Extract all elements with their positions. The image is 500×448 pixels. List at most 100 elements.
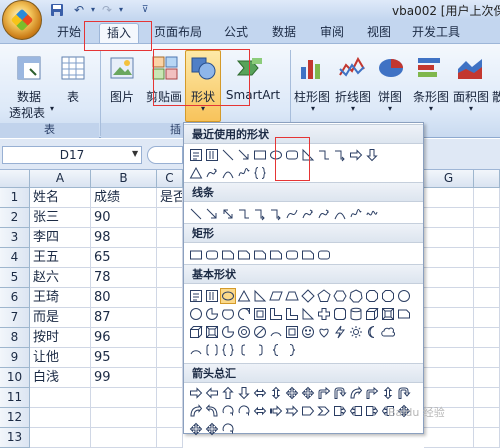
row-header[interactable]: 2 [0, 208, 30, 228]
shape-snip-icon[interactable] [397, 307, 411, 321]
cell-c[interactable] [157, 208, 183, 228]
shape-snip-icon[interactable] [269, 248, 283, 262]
shape-ar_r-icon[interactable] [349, 148, 363, 162]
column-header-h[interactable] [474, 170, 500, 188]
row-header[interactable]: 13 [0, 428, 30, 448]
shape-ar_l-icon[interactable] [205, 386, 219, 400]
cell-a[interactable]: 王五 [30, 248, 91, 268]
pie-chart-label[interactable]: 饼图 [374, 88, 406, 105]
shape-noentry-icon[interactable] [253, 325, 267, 339]
line-chart-icon[interactable] [338, 55, 366, 81]
cell-a[interactable]: 让他 [30, 348, 91, 368]
column-dropdown-icon[interactable]: ▾ [309, 104, 317, 113]
shape-arc-icon[interactable] [333, 207, 347, 221]
smartart-icon[interactable] [236, 55, 264, 81]
cell-c[interactable] [157, 228, 183, 248]
cell-g[interactable] [424, 368, 474, 388]
shape-snip-icon[interactable] [301, 248, 315, 262]
shape-free-icon[interactable] [349, 207, 363, 221]
shape-lbrace-icon[interactable] [269, 343, 283, 357]
shape-plaque-icon[interactable] [333, 307, 347, 321]
tab-developer[interactable]: 开发工具 [408, 23, 464, 43]
clipart-button-label[interactable]: 剪贴画 [144, 88, 184, 105]
shape-ar_curved-icon[interactable] [189, 404, 203, 418]
row-header[interactable]: 1 [0, 188, 30, 208]
shape-circle-icon[interactable] [189, 307, 203, 321]
shape-chord-icon[interactable] [221, 307, 235, 321]
cell-a[interactable]: 按时 [30, 328, 91, 348]
shape-trap-icon[interactable] [285, 289, 299, 303]
shape-textbox-icon[interactable] [189, 289, 203, 303]
area-chart-label[interactable]: 面积图 [450, 88, 492, 105]
cell-g[interactable] [424, 228, 474, 248]
row-header[interactable]: 6 [0, 288, 30, 308]
picture-icon[interactable] [108, 55, 136, 81]
pivot-table-label-2[interactable]: 透视表 [5, 104, 49, 121]
bar-chart-label[interactable]: 条形图 [410, 88, 452, 105]
cell-b[interactable]: 90 [91, 208, 157, 228]
cell-c[interactable] [157, 288, 183, 308]
shape-arcshape-icon[interactable] [269, 325, 283, 339]
shape-line-icon[interactable] [189, 207, 203, 221]
column-header-b[interactable]: B [91, 170, 157, 188]
cell-c[interactable] [157, 328, 183, 348]
shape-ar_curved-icon[interactable] [349, 386, 363, 400]
shape-rect-icon[interactable] [189, 248, 203, 262]
shape-arrow-icon[interactable] [237, 148, 251, 162]
shape-frame-icon[interactable] [285, 325, 299, 339]
cell-b[interactable]: 65 [91, 248, 157, 268]
pie-chart-icon[interactable] [377, 55, 405, 81]
table-button-label[interactable]: 表 [60, 88, 86, 105]
cell-g[interactable] [424, 188, 474, 208]
line-chart-label[interactable]: 折线图 [332, 88, 374, 105]
undo-dropdown-icon[interactable]: ▾ [86, 3, 100, 17]
shape-tri-icon[interactable] [237, 289, 251, 303]
cell-a[interactable]: 姓名 [30, 188, 91, 208]
shape-rtri-icon[interactable] [253, 289, 267, 303]
shape-curvea-icon[interactable] [317, 207, 331, 221]
cell-h[interactable] [474, 268, 500, 288]
shape-rrect-icon[interactable] [285, 248, 299, 262]
office-button[interactable] [2, 0, 42, 40]
column-chart-label[interactable]: 柱形图 [291, 88, 333, 105]
shape-curvea-icon[interactable] [301, 207, 315, 221]
shape-lbracket-icon[interactable] [237, 343, 251, 357]
shape-line-icon[interactable] [221, 148, 235, 162]
cell-h[interactable] [474, 308, 500, 328]
cell-g[interactable] [424, 268, 474, 288]
cell-h[interactable] [474, 188, 500, 208]
pivot-table-icon[interactable] [16, 55, 44, 81]
shape-elbow-icon[interactable] [317, 148, 331, 162]
shape-callout_r-icon[interactable] [333, 404, 347, 418]
cell-c[interactable] [157, 428, 183, 448]
cell-b[interactable]: 99 [91, 368, 157, 388]
cell-a[interactable]: 张三 [30, 208, 91, 228]
shape-snip-icon[interactable] [237, 248, 251, 262]
cell-b[interactable] [91, 408, 157, 428]
cell-b[interactable]: 87 [91, 308, 157, 328]
cell-g[interactable] [424, 208, 474, 228]
name-box[interactable]: D17 [2, 146, 142, 164]
cell-a[interactable] [30, 388, 91, 408]
cell-h[interactable] [474, 428, 500, 448]
shape-ar_notched-icon[interactable] [285, 404, 299, 418]
shape-heart-icon[interactable] [317, 325, 331, 339]
shape-oval-icon[interactable] [269, 148, 283, 162]
cell-a[interactable] [30, 408, 91, 428]
bar-chart-icon[interactable] [416, 55, 444, 81]
cell-c[interactable] [157, 308, 183, 328]
cell-c[interactable] [157, 268, 183, 288]
shape-rrect-icon[interactable] [285, 148, 299, 162]
shape-ar_penta-icon[interactable] [301, 404, 315, 418]
shape-pie-icon[interactable] [205, 307, 219, 321]
row-header[interactable]: 5 [0, 268, 30, 288]
cell-h[interactable] [474, 348, 500, 368]
shape-circle-icon[interactable] [397, 289, 411, 303]
shape-frame-icon[interactable] [253, 307, 267, 321]
row-header[interactable]: 9 [0, 348, 30, 368]
shape-smile-icon[interactable] [301, 325, 315, 339]
smartart-button-label[interactable]: SmartArt [224, 88, 282, 102]
shape-callout_l-icon[interactable] [349, 404, 363, 418]
cell-a[interactable] [30, 428, 91, 448]
shape-cube-icon[interactable] [365, 307, 379, 321]
